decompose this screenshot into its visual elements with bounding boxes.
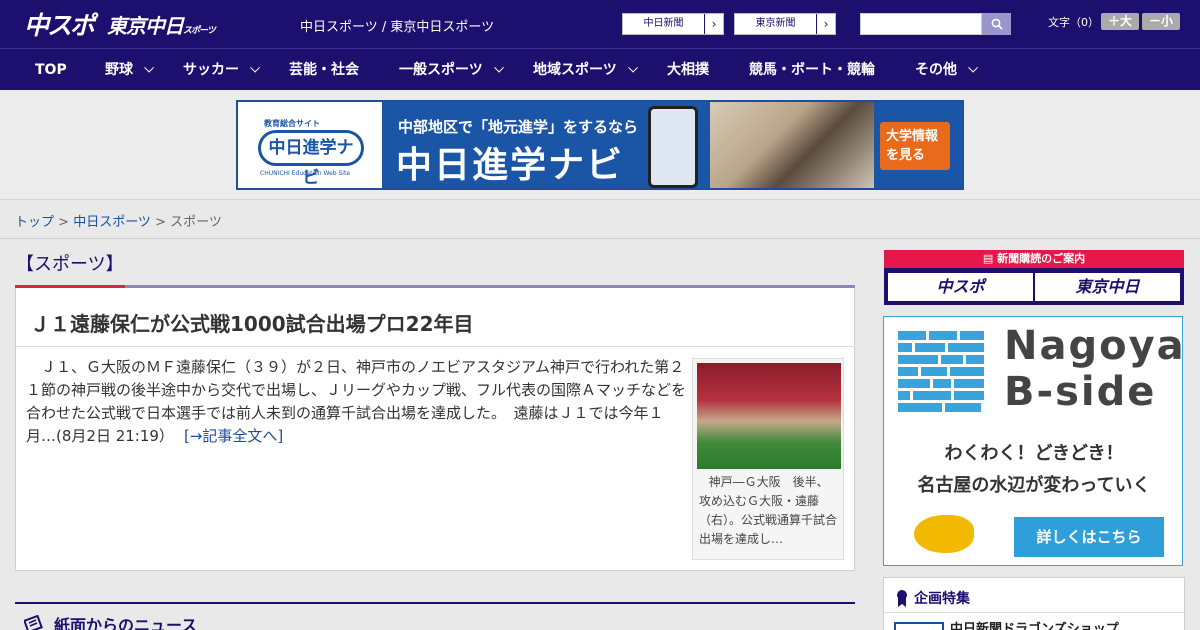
nav-item-top[interactable]: TOP bbox=[35, 49, 67, 91]
feature-item-link[interactable]: 中日新聞ドラゴンズショップ bbox=[950, 618, 1119, 630]
chevron-down-icon bbox=[493, 62, 504, 73]
smartphone-image bbox=[648, 106, 698, 188]
font-bigger-button[interactable]: ＋大 bbox=[1101, 13, 1139, 30]
breadcrumb-chunichi-sports[interactable]: 中日スポーツ bbox=[73, 215, 151, 230]
banner-area: 教育総合サイト 中日進学ナビ CHUNICHI Education Web Si… bbox=[0, 90, 1200, 200]
divider bbox=[16, 346, 854, 347]
tokyo-shimbun-button[interactable]: 東京新聞 › bbox=[734, 13, 836, 35]
logo-tokyo-chunichi: 東京中日スポーツ bbox=[107, 13, 216, 38]
read-more-link[interactable]: [→記事全文へ] bbox=[184, 427, 283, 445]
feature-title: 企画特集 bbox=[896, 588, 970, 608]
nav-item-entertainment[interactable]: 芸能・社会 bbox=[289, 49, 359, 91]
ad-tagline: わくわく！どきどき！ bbox=[944, 443, 1124, 464]
nav-item-other[interactable]: その他 bbox=[915, 49, 979, 91]
breadcrumb: トップ > 中日スポーツ > スポーツ bbox=[15, 215, 222, 230]
site-logo[interactable]: 中スポ 東京中日スポーツ bbox=[24, 9, 216, 40]
news-section-title: 紙面からのニュース bbox=[24, 612, 197, 630]
feature-thumbnail[interactable] bbox=[894, 622, 944, 630]
banner-cta: 大学情報を見る bbox=[880, 122, 950, 170]
main-nav: TOP 野球 サッカー 芸能・社会 一般スポーツ 地域スポーツ 大相撲 競馬・ボ… bbox=[0, 48, 1200, 90]
divider bbox=[0, 238, 1200, 239]
chevron-down-icon bbox=[250, 62, 261, 73]
brick-logo-icon bbox=[898, 331, 984, 413]
students-photo bbox=[710, 102, 874, 188]
shingaku-navi-banner[interactable]: 教育総合サイト 中日進学ナビ CHUNICHI Education Web Si… bbox=[236, 100, 964, 190]
article-card: Ｊ１遠藤保仁が公式戦1000試合出場プロ22年目 Ｊ１、Ｇ大阪のＭＦ遠藤保仁（３… bbox=[15, 288, 855, 571]
logo-chuspo: 中スポ bbox=[24, 11, 95, 40]
subscription-box: ▤ 新聞購読のご案内 中スポ 東京中日 bbox=[884, 250, 1184, 305]
mascot-fish-icon bbox=[914, 515, 974, 553]
nav-item-racing[interactable]: 競馬・ボート・競輪 bbox=[749, 49, 875, 91]
subscribe-chuspo-button[interactable]: 中スポ bbox=[888, 273, 1033, 301]
nav-item-general-sports[interactable]: 一般スポーツ bbox=[399, 49, 504, 91]
font-smaller-button[interactable]: －小 bbox=[1142, 13, 1180, 30]
chevron-down-icon bbox=[968, 62, 979, 73]
article-summary: Ｊ１、Ｇ大阪のＭＦ遠藤保仁（３９）が２日、神戸市のノエビアスタジアム神戸で行われ… bbox=[26, 358, 687, 445]
arrow-right-icon: › bbox=[704, 14, 723, 34]
newspaper-icon bbox=[24, 615, 43, 630]
ad-tagline-2: 名古屋の水辺が変わっていく bbox=[917, 475, 1151, 496]
photo-caption: 神戸―Ｇ大阪 後半、攻め込むＧ大阪・遠藤（右）。公式戦通算千試合出場を達成し… bbox=[699, 475, 838, 546]
site-links: 中日スポーツ / 東京中日スポーツ bbox=[300, 20, 495, 35]
chunichi-shimbun-button[interactable]: 中日新聞 › bbox=[622, 13, 724, 35]
nav-item-soccer[interactable]: サッカー bbox=[183, 49, 261, 91]
article-photo-box: 神戸―Ｇ大阪 後半、攻め込むＧ大阪・遠藤（右）。公式戦通算千試合出場を達成し… bbox=[692, 358, 844, 560]
banner-headline: 中日進学ナビ bbox=[396, 145, 625, 186]
arrow-right-icon: › bbox=[816, 14, 835, 34]
search-button[interactable] bbox=[982, 13, 1011, 35]
banner-logo: 教育総合サイト 中日進学ナビ CHUNICHI Education Web Si… bbox=[238, 102, 382, 188]
nagoya-bside-ad[interactable]: Nagoya B-side わくわく！どきどき！ 名古屋の水辺が変わっていく 詳し… bbox=[883, 316, 1186, 566]
top-header: 中スポ 東京中日スポーツ 中日スポーツ / 東京中日スポーツ 中日新聞 › 東京… bbox=[0, 0, 1200, 48]
divider bbox=[15, 602, 855, 604]
nav-item-sumo[interactable]: 大相撲 bbox=[667, 49, 709, 91]
ad-details-button[interactable]: 詳しくはこちら bbox=[1014, 517, 1164, 557]
link-chunichi-sports[interactable]: 中日スポーツ bbox=[300, 20, 378, 35]
chevron-down-icon bbox=[144, 62, 155, 73]
chevron-down-icon bbox=[627, 62, 638, 73]
search-icon bbox=[991, 18, 1003, 30]
ad-title: Nagoya B-side bbox=[1004, 323, 1186, 415]
ribbon-icon bbox=[897, 590, 907, 607]
nav-item-baseball[interactable]: 野球 bbox=[105, 49, 155, 91]
category-title: 【スポーツ】 bbox=[16, 254, 124, 275]
newspaper-icon: ▤ bbox=[982, 252, 998, 265]
link-tokyo-chunichi-sports[interactable]: 東京中日スポーツ bbox=[390, 20, 494, 35]
nav-item-local-sports[interactable]: 地域スポーツ bbox=[533, 49, 638, 91]
banner-copy: 中部地区で「地元進学」をするなら bbox=[398, 118, 639, 136]
subscribe-tokyo-chunichi-button[interactable]: 東京中日 bbox=[1035, 273, 1180, 301]
feature-box: 企画特集 中日新聞ドラゴンズショップ bbox=[883, 577, 1185, 630]
divider bbox=[884, 612, 1184, 613]
breadcrumb-top[interactable]: トップ bbox=[15, 215, 54, 230]
subscription-heading: ▤ 新聞購読のご案内 bbox=[884, 250, 1184, 268]
search-input[interactable] bbox=[860, 13, 982, 35]
article-headline[interactable]: Ｊ１遠藤保仁が公式戦1000試合出場プロ22年目 bbox=[30, 308, 474, 337]
breadcrumb-current: スポーツ bbox=[170, 215, 222, 230]
font-size-label: 文字（0） bbox=[1048, 16, 1099, 29]
article-photo[interactable] bbox=[697, 363, 841, 469]
